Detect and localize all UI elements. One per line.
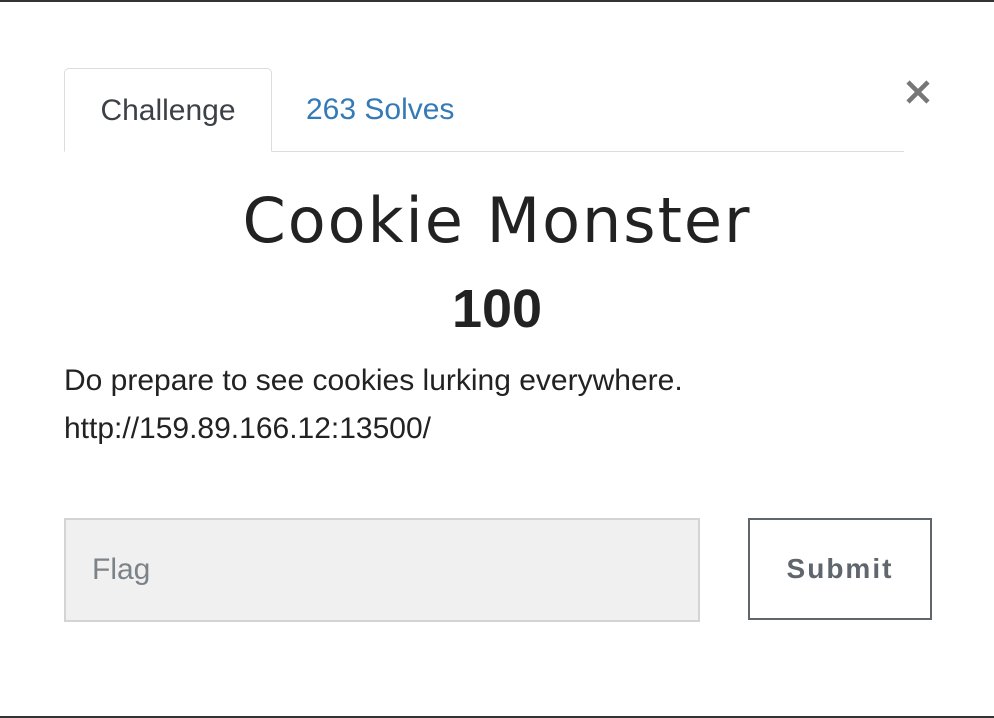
submit-button[interactable]: Submit — [748, 518, 932, 620]
close-button[interactable] — [900, 74, 936, 110]
tab-challenge[interactable]: Challenge — [64, 68, 272, 152]
tab-solves[interactable]: 263 Solves — [306, 68, 454, 152]
challenge-url: http://159.89.166.12:13500/ — [64, 412, 431, 445]
tab-bar: Challenge 263 Solves — [64, 68, 904, 152]
challenge-title: Cookie Monster — [242, 184, 752, 257]
challenge-modal: Challenge 263 Solves Cookie Monster 100 … — [0, 0, 994, 718]
close-icon — [900, 74, 936, 110]
challenge-points: 100 — [451, 279, 543, 339]
flag-input[interactable] — [64, 518, 700, 622]
challenge-description: Do prepare to see cookies lurking everyw… — [64, 364, 683, 397]
